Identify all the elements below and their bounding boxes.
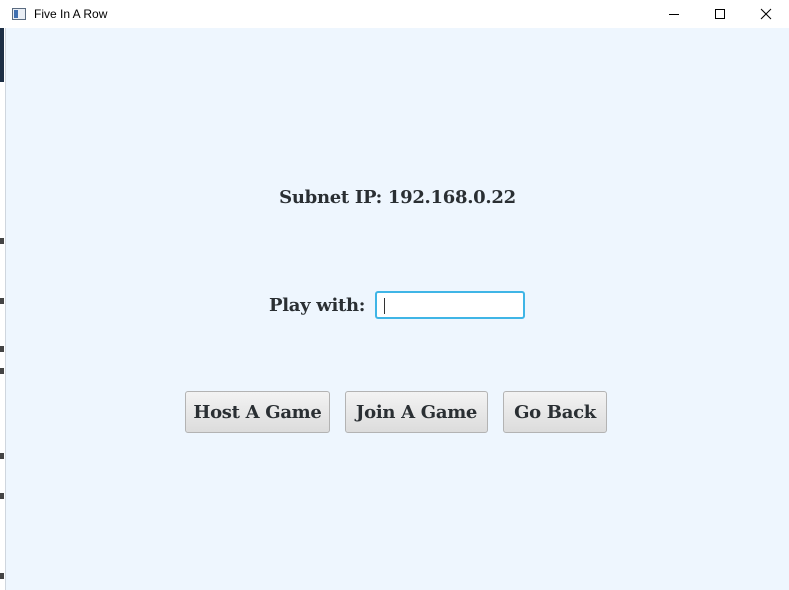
maximize-icon	[715, 9, 725, 19]
main-panel: Subnet IP: 192.168.0.22 Play with: Host …	[6, 28, 789, 590]
close-button[interactable]	[743, 0, 789, 28]
maximize-button[interactable]	[697, 0, 743, 28]
play-with-label: Play with:	[269, 294, 366, 316]
go-back-button[interactable]: Go Back	[503, 391, 607, 433]
minimize-button[interactable]	[651, 0, 697, 28]
join-game-button[interactable]: Join A Game	[345, 391, 488, 433]
subnet-ip-label: Subnet IP: 192.168.0.22	[279, 187, 516, 208]
play-with-input[interactable]	[375, 291, 526, 319]
app-window: Five In A Row Subnet IP: 192.168.0.22 Pl…	[0, 0, 789, 590]
play-with-row: Play with:	[269, 291, 526, 319]
window-controls	[651, 0, 789, 28]
host-game-button[interactable]: Host A Game	[185, 391, 330, 433]
title-bar[interactable]: Five In A Row	[0, 0, 789, 28]
close-icon	[760, 8, 772, 20]
minimize-icon	[669, 14, 679, 15]
app-icon	[12, 8, 26, 20]
text-caret	[384, 298, 386, 314]
window-title: Five In A Row	[34, 7, 108, 21]
